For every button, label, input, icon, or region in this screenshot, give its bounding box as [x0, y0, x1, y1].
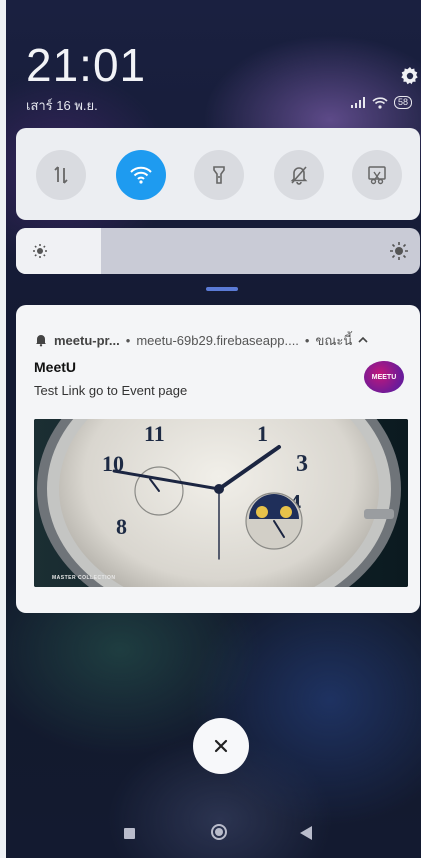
svg-text:1: 1 [257, 421, 268, 446]
brightness-fill [16, 228, 101, 274]
header-separator-2: • [304, 332, 310, 348]
image-caption: MASTER COLLECTION [52, 575, 116, 581]
svg-text:8: 8 [116, 514, 127, 539]
scissors-icon [368, 166, 386, 185]
navigation-bar [0, 824, 421, 848]
svg-text:3: 3 [296, 451, 308, 477]
screenshot-toggle[interactable] [352, 150, 402, 200]
silent-toggle[interactable] [274, 150, 324, 200]
watch-image: 11 1 3 4 10 8 5 [34, 419, 408, 587]
notification-body: Test Link go to Event page [34, 383, 188, 398]
notification-header: meetu-pr... • meetu-69b29.firebaseapp...… [34, 331, 408, 349]
panel-drag-handle[interactable] [206, 287, 238, 291]
recent-apps-button[interactable] [124, 828, 135, 839]
meetu-logo: MEETU [364, 361, 404, 393]
notification-image[interactable]: 11 1 3 4 10 8 5 MASTER COLLE [34, 419, 408, 587]
close-icon [214, 739, 228, 753]
data-arrows-icon [54, 166, 68, 184]
clock-date: เสาร์ 16 พ.ย. [26, 98, 98, 113]
notification-source: meetu-69b29.firebaseapp.... [136, 332, 299, 348]
home-button[interactable] [211, 824, 227, 840]
wifi-toggle[interactable] [116, 150, 166, 200]
clear-notifications-button[interactable] [193, 718, 249, 774]
wifi-status-icon [372, 96, 388, 109]
bell-icon [36, 335, 46, 347]
notification-title: MeetU [34, 359, 77, 375]
brightness-slider[interactable] [16, 228, 420, 274]
brightness-high-icon [390, 242, 408, 260]
notification-app-name: meetu-pr... [54, 332, 120, 348]
header-separator: • [125, 332, 131, 348]
signal-icon [351, 96, 365, 108]
battery-icon: 58 [394, 96, 413, 109]
chevron-up-icon[interactable] [358, 336, 368, 344]
settings-icon[interactable] [398, 64, 421, 88]
notification-time: ขณะนี้ [315, 332, 353, 348]
wifi-icon [130, 166, 152, 184]
brightness-low-icon [33, 244, 47, 258]
status-icons: 58 [350, 96, 413, 109]
mobile-data-toggle[interactable] [36, 150, 86, 200]
logo-text: MEETU [371, 373, 397, 381]
clock-time: 21:01 [26, 39, 147, 91]
quick-settings-panel [16, 128, 420, 220]
notification-card[interactable]: meetu-pr... • meetu-69b29.firebaseapp...… [16, 305, 420, 613]
back-button[interactable] [300, 826, 312, 840]
screen-edge [0, 0, 6, 858]
bell-off-icon [290, 166, 308, 185]
svg-text:11: 11 [144, 421, 165, 446]
flashlight-toggle[interactable] [194, 150, 244, 200]
flashlight-icon [213, 166, 225, 184]
